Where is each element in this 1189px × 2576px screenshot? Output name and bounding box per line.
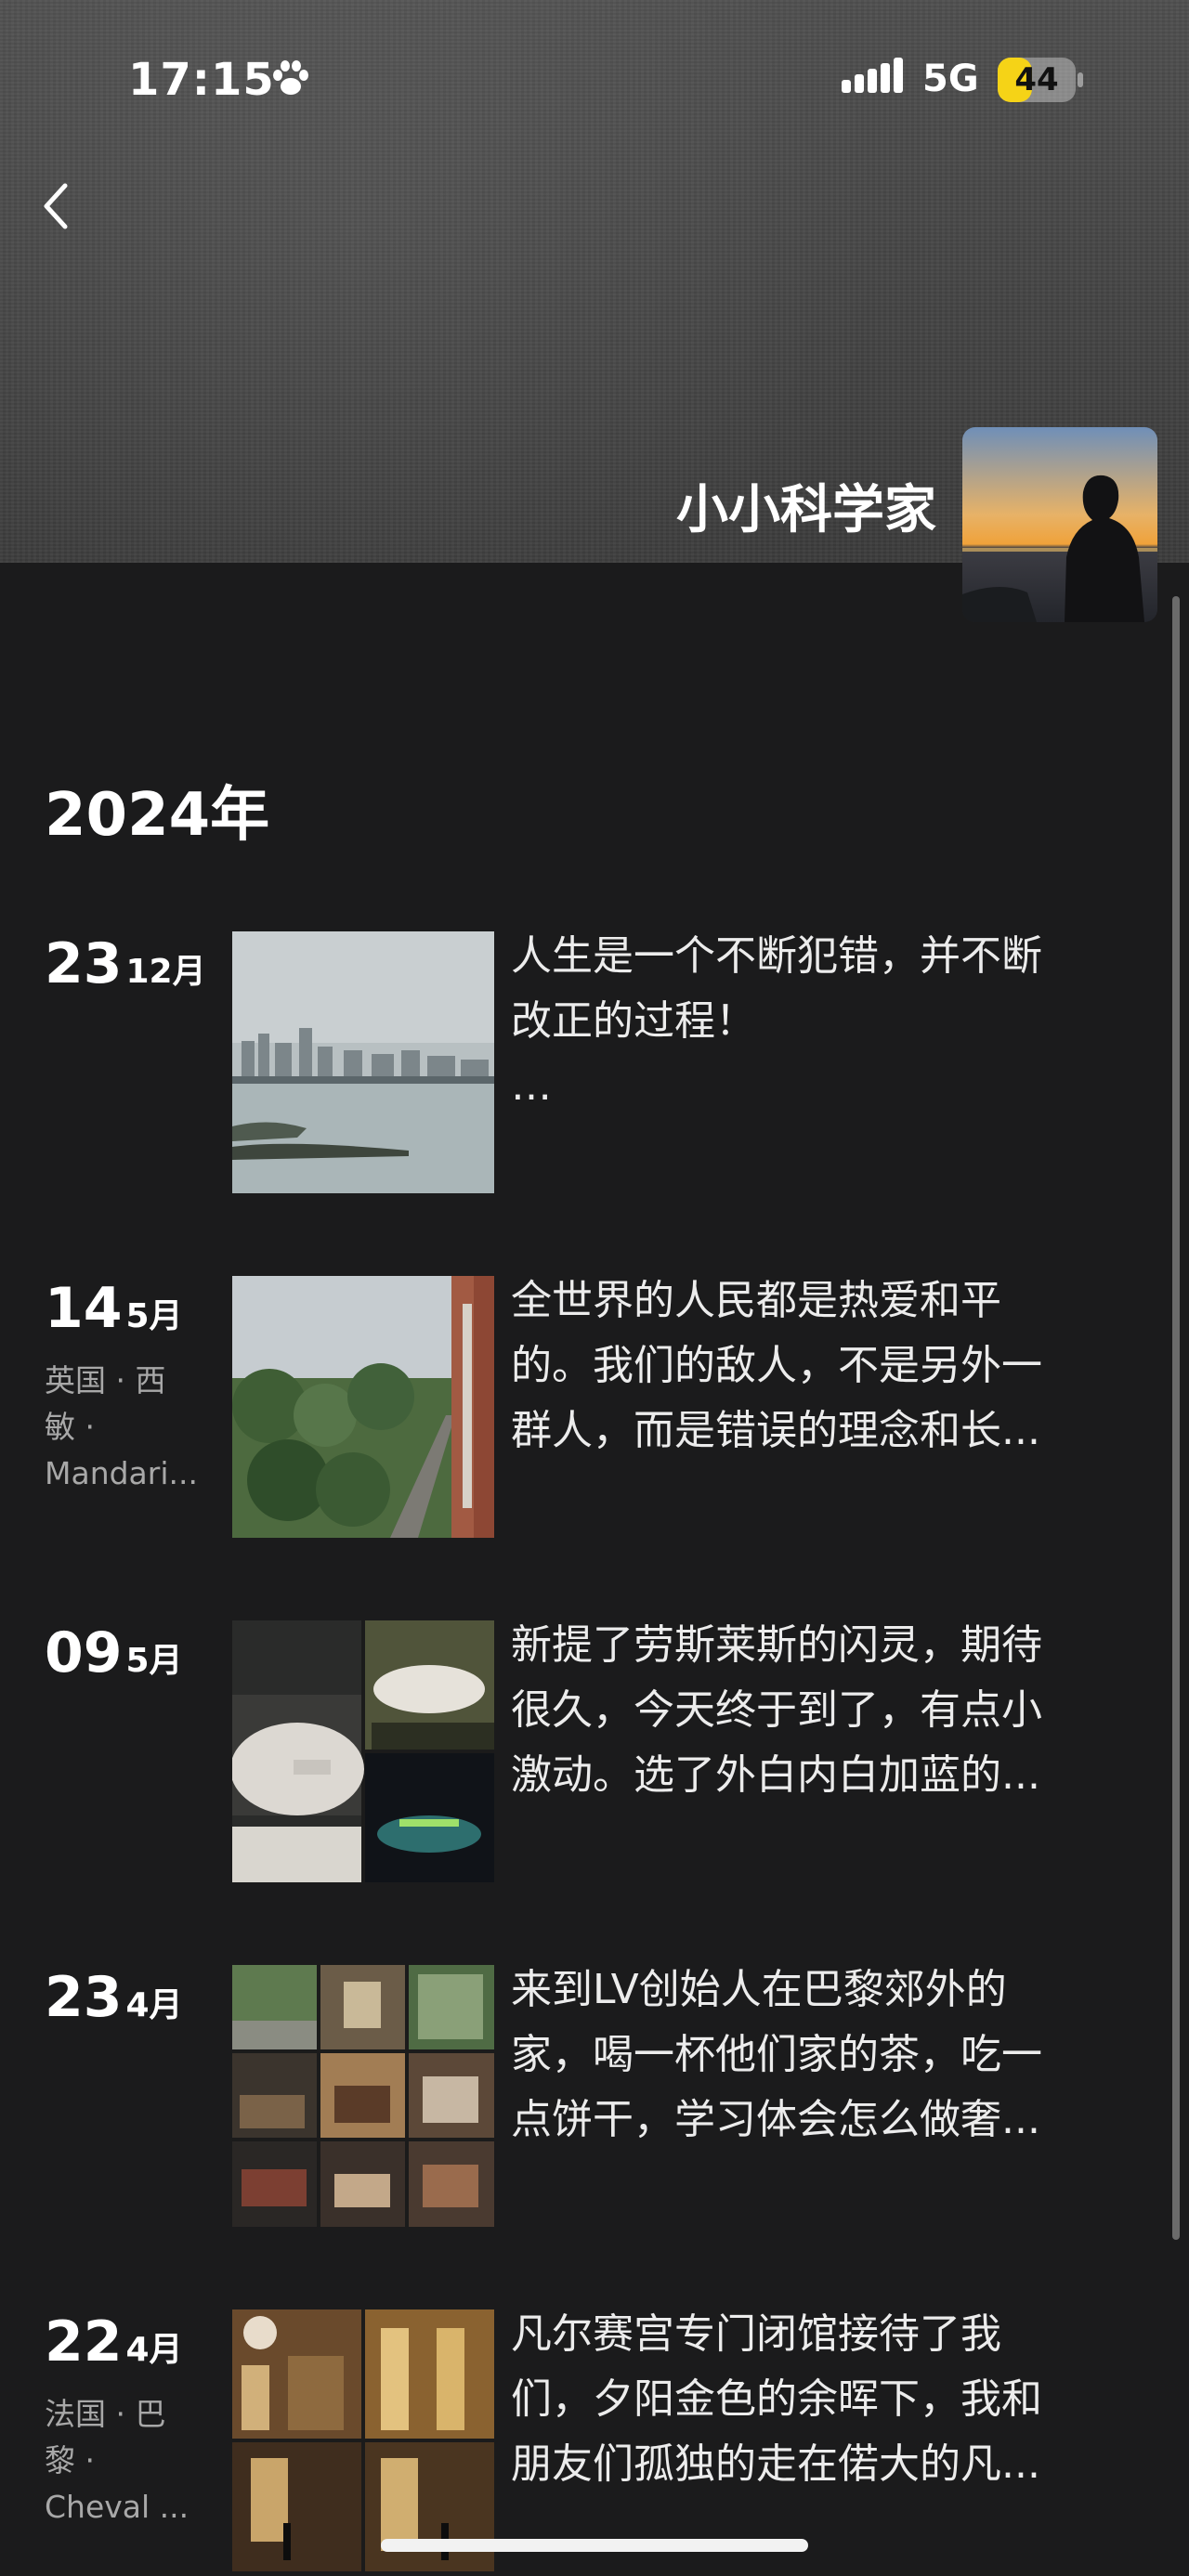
- battery-icon: 44: [998, 58, 1076, 102]
- moment-post[interactable]: 22 4月 法国 · 巴 黎 · Cheval ... 凡尔赛宫专门闭馆接待了我 …: [0, 2309, 1189, 2573]
- post-location-line: 黎 ·: [45, 2442, 95, 2478]
- post-date: 09 5月: [45, 1620, 183, 1685]
- post-text[interactable]: 人生是一个不断犯错，并不断 改正的过程！ …: [511, 924, 1152, 1119]
- post-text-line: 新提了劳斯莱斯的闪灵，期待: [511, 1621, 1042, 1669]
- post-day: 23: [45, 1965, 123, 2030]
- post-location-line: Cheval ...: [45, 2489, 189, 2525]
- profile-name[interactable]: 小小科学家: [676, 468, 936, 543]
- post-location-line: Mandari...: [45, 1455, 198, 1491]
- post-photo-grid[interactable]: [232, 1965, 494, 2227]
- post-text[interactable]: 新提了劳斯莱斯的闪灵，期待 很久，今天终于到了，有点小 激动。选了外白内白加蓝的…: [511, 1613, 1152, 1808]
- post-month: 5月: [125, 1642, 183, 1680]
- post-month: 4月: [125, 1986, 183, 2024]
- avatar[interactable]: [962, 427, 1157, 622]
- signal-strength-icon: [842, 58, 903, 93]
- post-month: 5月: [125, 1297, 183, 1335]
- moment-post[interactable]: 23 4月 来到LV创始人在巴黎郊外的 家，喝一杯他们家的茶，吃一 点饼干，学习…: [0, 1965, 1189, 2229]
- post-text-line: 群人，而是错误的理念和长...: [511, 1407, 1040, 1454]
- post-text-line: 凡尔赛宫专门闭馆接待了我: [511, 2310, 1001, 2358]
- post-date: 14 5月: [45, 1276, 183, 1341]
- post-text-line: 改正的过程！: [511, 997, 756, 1045]
- post-day: 22: [45, 2309, 123, 2374]
- post-text[interactable]: 凡尔赛宫专门闭馆接待了我 们，夕阳金色的余晖下，我和 朋友们孤独的走在偌大的凡.…: [511, 2302, 1152, 2497]
- moment-post[interactable]: 09 5月 新提了劳斯莱斯的闪灵，期待 很久，今天终于到了，有点小 激动。选了外白…: [0, 1620, 1189, 1884]
- post-location-line: 英国 · 西: [45, 1362, 166, 1399]
- post-text-line: 全世界的人民都是热爱和平: [511, 1277, 1001, 1324]
- post-date: 23 4月: [45, 1965, 183, 2030]
- post-text-line: 人生是一个不断犯错，并不断: [511, 932, 1042, 980]
- post-text-line: 家，喝一杯他们家的茶，吃一: [511, 2031, 1042, 2078]
- post-text-line: 点饼干，学习体会怎么做奢...: [511, 2096, 1040, 2143]
- post-day: 14: [45, 1276, 123, 1341]
- year-heading: 2024年: [45, 781, 270, 850]
- post-text[interactable]: 全世界的人民都是热爱和平 的。我们的敌人，不是另外一 群人，而是错误的理念和长.…: [511, 1268, 1152, 1464]
- post-day: 23: [45, 931, 123, 996]
- post-location-line: 敏 ·: [45, 1409, 95, 1445]
- post-text-line: 们，夕阳金色的余晖下，我和: [511, 2375, 1042, 2423]
- post-location[interactable]: 英国 · 西 敏 · Mandari...: [45, 1358, 217, 1497]
- home-indicator[interactable]: [381, 2539, 808, 2552]
- paw-icon: [273, 60, 308, 95]
- battery-cap: [1078, 72, 1083, 87]
- post-text[interactable]: 来到LV创始人在巴黎郊外的 家，喝一杯他们家的茶，吃一 点饼干，学习体会怎么做奢…: [511, 1958, 1152, 2153]
- post-text-line: …: [511, 1062, 552, 1110]
- post-month: 4月: [125, 2331, 183, 2369]
- post-location-line: 法国 · 巴: [45, 2396, 166, 2432]
- battery-level: 44: [1014, 61, 1059, 98]
- post-date: 23 12月: [45, 931, 206, 996]
- status-time: 17:15: [128, 54, 275, 106]
- post-photo[interactable]: [232, 931, 494, 1193]
- network-type: 5G: [922, 58, 979, 100]
- post-photo-grid[interactable]: [232, 2309, 494, 2571]
- post-day: 09: [45, 1620, 123, 1685]
- post-text-line: 激动。选了外白内白加蓝的...: [511, 1751, 1040, 1799]
- moment-post[interactable]: 23 12月 人生是一个不断犯错，并不断 改正的过程！ …: [0, 931, 1189, 1195]
- post-photo-grid[interactable]: [232, 1620, 494, 1882]
- back-button[interactable]: [37, 178, 78, 234]
- post-date: 22 4月: [45, 2309, 183, 2374]
- post-photo[interactable]: [232, 1276, 494, 1538]
- post-text-line: 朋友们孤独的走在偌大的凡...: [511, 2440, 1040, 2488]
- post-month: 12月: [125, 953, 206, 991]
- post-text-line: 的。我们的敌人，不是另外一: [511, 1342, 1042, 1389]
- post-text-line: 很久，今天终于到了，有点小: [511, 1686, 1042, 1734]
- post-text-line: 来到LV创始人在巴黎郊外的: [511, 1966, 1007, 2013]
- moment-post[interactable]: 14 5月 英国 · 西 敏 · Mandari... 全世界的人民都是热爱和平 …: [0, 1276, 1189, 1540]
- post-location[interactable]: 法国 · 巴 黎 · Cheval ...: [45, 2391, 217, 2530]
